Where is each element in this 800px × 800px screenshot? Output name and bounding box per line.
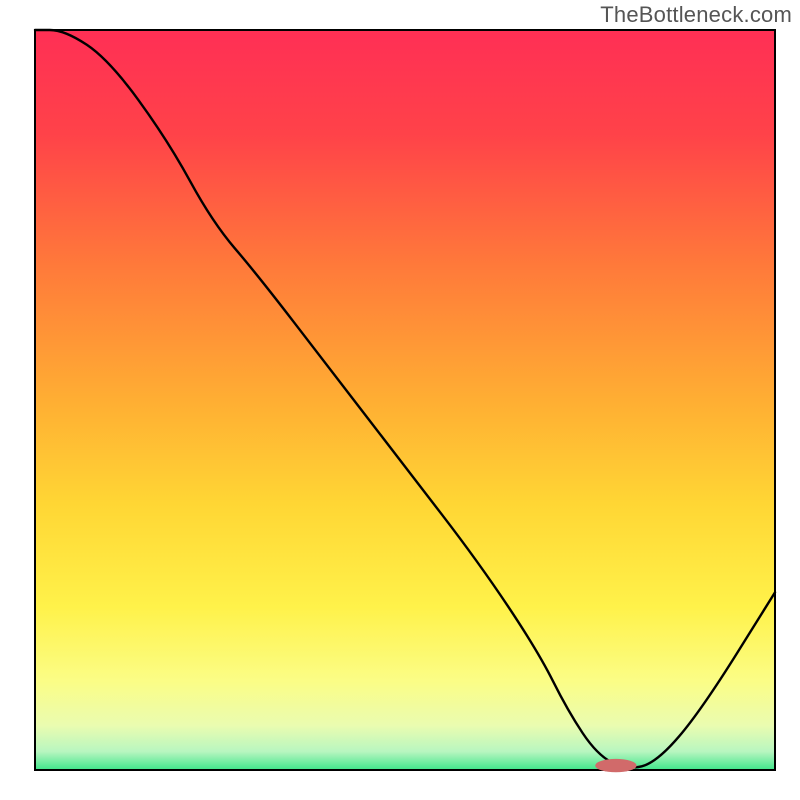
bottleneck-chart: TheBottleneck.com (0, 0, 800, 800)
chart-svg (0, 0, 800, 800)
optimum-marker (595, 759, 636, 772)
watermark-text: TheBottleneck.com (600, 2, 792, 28)
gradient-background (35, 30, 775, 770)
